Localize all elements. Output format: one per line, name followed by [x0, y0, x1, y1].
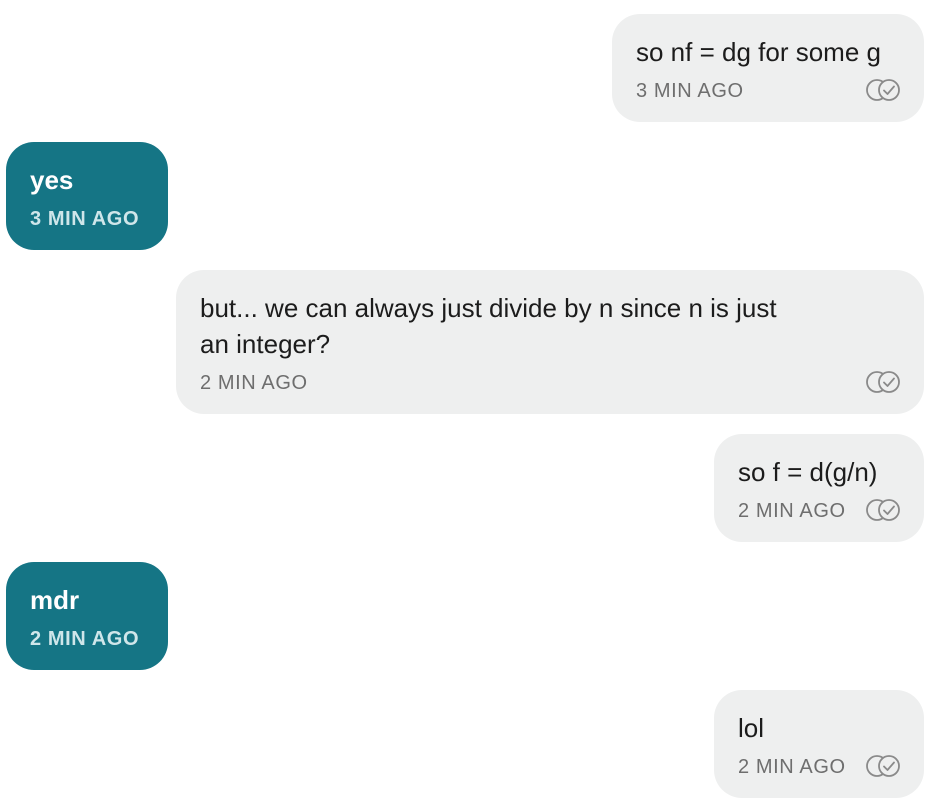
message-bubble-outgoing[interactable]: but... we can always just divide by n si… [176, 270, 924, 414]
message-bubble-incoming[interactable]: yes 3 MIN AGO [6, 142, 168, 250]
message-text: so f = d(g/n) [738, 457, 878, 487]
message-timestamp: 2 MIN AGO [738, 756, 846, 778]
message-timestamp: 3 MIN AGO [636, 80, 744, 102]
double-check-circle-icon [866, 499, 900, 521]
double-check-circle-icon [866, 755, 900, 777]
message-text: so nf = dg for some g [636, 37, 881, 67]
message-text: lol [738, 713, 765, 743]
message-timestamp: 2 MIN AGO [30, 628, 140, 650]
message-text: mdr [30, 585, 80, 615]
message-text: but... we can always just divide by n si… [200, 293, 777, 359]
message-text: yes [30, 165, 74, 195]
message-bubble-outgoing[interactable]: so f = d(g/n) 2 MIN AGO [714, 434, 924, 542]
message-timestamp: 2 MIN AGO [738, 500, 846, 522]
message-timestamp: 3 MIN AGO [30, 208, 140, 230]
message-timestamp: 2 MIN AGO [200, 372, 308, 394]
double-check-circle-icon [866, 371, 900, 393]
message-bubble-outgoing[interactable]: so nf = dg for some g 3 MIN AGO [612, 14, 924, 122]
message-bubble-incoming[interactable]: mdr 2 MIN AGO [6, 562, 168, 670]
message-bubble-outgoing[interactable]: lol 2 MIN AGO [714, 690, 924, 798]
double-check-circle-icon [866, 79, 900, 101]
